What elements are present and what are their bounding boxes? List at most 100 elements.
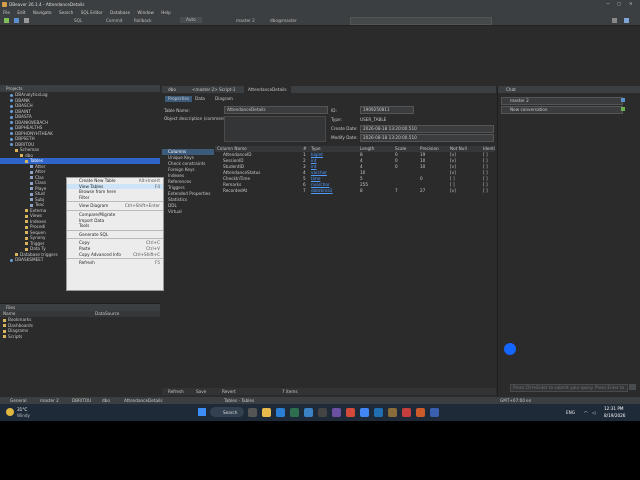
- input-language[interactable]: ENG: [566, 410, 575, 415]
- database-icon[interactable]: [14, 18, 19, 23]
- tree-item-label: Atter: [35, 163, 46, 169]
- connection-selector[interactable]: master 2: [236, 18, 255, 23]
- context-menu-item[interactable]: Copy Advanced Info Ctrl+Shift+C: [67, 252, 163, 258]
- status-connection[interactable]: master 2: [40, 397, 59, 404]
- status-database[interactable]: DBRITOU: [72, 397, 91, 404]
- side-item[interactable]: Virtual: [162, 209, 214, 215]
- tree-item-label: Playe: [35, 185, 47, 191]
- app-icon: [2, 2, 7, 7]
- minimize-icon[interactable]: —: [606, 1, 610, 6]
- subtab-data[interactable]: Data: [195, 96, 205, 102]
- menu-navigate[interactable]: Navigate: [33, 9, 52, 16]
- status-schema[interactable]: dbo: [102, 397, 110, 404]
- refresh-button[interactable]: Refresh: [168, 388, 184, 395]
- grid-cell-type: datetime2: [311, 188, 333, 193]
- clock-time[interactable]: 12:31 PM: [604, 406, 624, 411]
- wifi-icon[interactable]: ◠: [584, 410, 588, 415]
- menu-help[interactable]: Help: [161, 9, 171, 16]
- tab-script-1[interactable]: <master 2> Script-1: [192, 86, 235, 93]
- weather-icon[interactable]: [6, 408, 14, 416]
- folder-icon: [25, 236, 28, 240]
- send-icon[interactable]: [629, 384, 636, 390]
- tree-item-label: Externa: [30, 207, 47, 213]
- files-datasource-header[interactable]: DataSource: [95, 311, 119, 317]
- database-icon: [10, 99, 13, 102]
- store-icon[interactable]: [304, 408, 313, 417]
- subtab-diagram[interactable]: Diagram: [215, 96, 233, 102]
- files-tab[interactable]: Files: [0, 304, 160, 311]
- grid-cell-id: [ ]: [483, 188, 488, 193]
- chat-connection-select[interactable]: master 2: [501, 97, 623, 105]
- app-icon-red[interactable]: [402, 408, 411, 417]
- menu-separator: [67, 229, 163, 231]
- tab-dbo[interactable]: dbo: [168, 86, 176, 93]
- table-row[interactable]: RecordedAt 7 datetime2 8 7 27 [v] [ ]: [215, 188, 495, 194]
- commit-button[interactable]: Commit: [106, 18, 122, 23]
- app-icon-orange[interactable]: [416, 408, 425, 417]
- context-menu-item[interactable]: Tools: [67, 223, 163, 229]
- chat-tab[interactable]: Chat: [498, 86, 640, 93]
- menu-sql-editor[interactable]: SQL Editor: [81, 9, 103, 16]
- maximize-icon[interactable]: ▢: [617, 1, 621, 6]
- context-menu-item[interactable]: Filter: [67, 195, 163, 201]
- grid-cell-scale: 7: [395, 188, 398, 193]
- status-language: en: [526, 398, 532, 403]
- modify-date-field[interactable]: 2026-08-18 13:20:00.510: [360, 134, 494, 142]
- search-input[interactable]: [350, 17, 492, 25]
- context-menu-item[interactable]: Generate SQL: [67, 232, 163, 238]
- files-name-header[interactable]: Name: [0, 311, 15, 316]
- menu-edit[interactable]: Edit: [17, 9, 25, 16]
- edge-icon[interactable]: [276, 408, 285, 417]
- revert-button[interactable]: Revert: [222, 388, 236, 395]
- save-button[interactable]: Save: [196, 388, 206, 395]
- weather-temp[interactable]: 31°C: [17, 407, 27, 412]
- auto-commit-toggle[interactable]: Auto: [180, 17, 202, 23]
- vscode-icon[interactable]: [374, 408, 383, 417]
- app-icon-blue[interactable]: [430, 408, 439, 417]
- id-field[interactable]: 1909250811: [360, 106, 414, 114]
- status-table[interactable]: AttendanceDetails: [124, 397, 163, 404]
- terminal-icon[interactable]: [318, 408, 327, 417]
- tree-item-label: Database triggers: [20, 251, 58, 257]
- task-view-icon[interactable]: [248, 408, 257, 417]
- chrome-icon[interactable]: [360, 408, 369, 417]
- menu-database[interactable]: Database: [110, 9, 130, 16]
- create-date-field[interactable]: 2026-08-18 13:20:00.510: [360, 125, 494, 133]
- perspective-icon[interactable]: [612, 18, 617, 23]
- brave-icon[interactable]: [346, 408, 355, 417]
- volume-icon[interactable]: ◁: [592, 410, 595, 415]
- dbeaver-taskbar-icon[interactable]: [388, 408, 397, 417]
- context-menu-item[interactable]: View Diagram Ctrl+Shift+Enter: [67, 203, 163, 209]
- table-name-field[interactable]: AttendanceDetails: [224, 106, 328, 114]
- schema-selector[interactable]: dbo@master: [270, 18, 297, 23]
- rollback-button[interactable]: Rollback: [134, 18, 152, 23]
- menu-window[interactable]: Window: [137, 9, 154, 16]
- refresh-icon[interactable]: [24, 18, 29, 23]
- chat-settings-icon[interactable]: [621, 98, 625, 102]
- database-icon: [10, 110, 13, 113]
- tab-attendance-details[interactable]: AttendanceDetails: [244, 86, 291, 93]
- projects-tab[interactable]: Projects: [0, 85, 160, 92]
- new-conversation-select[interactable]: New conversation: [501, 106, 623, 114]
- close-icon[interactable]: ✕: [629, 1, 633, 6]
- chat-add-icon[interactable]: [621, 107, 625, 111]
- excel-icon[interactable]: [290, 408, 299, 417]
- status-general[interactable]: General: [10, 397, 27, 404]
- database-perspective-icon[interactable]: [624, 18, 629, 23]
- clock-date[interactable]: 8/19/2026: [604, 413, 625, 418]
- context-menu-shortcut: F5: [154, 260, 160, 266]
- new-connection-icon[interactable]: [4, 18, 9, 23]
- menu-search[interactable]: Search: [59, 9, 73, 16]
- status-center: Tables - Tables: [224, 398, 255, 403]
- teams-icon[interactable]: [332, 408, 341, 417]
- start-icon[interactable]: [198, 408, 206, 416]
- table-icon: [30, 170, 33, 174]
- files-item[interactable]: Scripts: [3, 334, 160, 340]
- sql-button[interactable]: SQL: [74, 18, 82, 23]
- subtab-properties[interactable]: Properties: [165, 96, 193, 102]
- description-field[interactable]: [224, 116, 326, 142]
- context-menu-item[interactable]: Refresh F5: [67, 260, 163, 266]
- menu-file[interactable]: File: [3, 9, 10, 16]
- chat-input[interactable]: Press Ctrl+Enter to submit your query. P…: [510, 384, 628, 392]
- file-explorer-icon[interactable]: [262, 408, 271, 417]
